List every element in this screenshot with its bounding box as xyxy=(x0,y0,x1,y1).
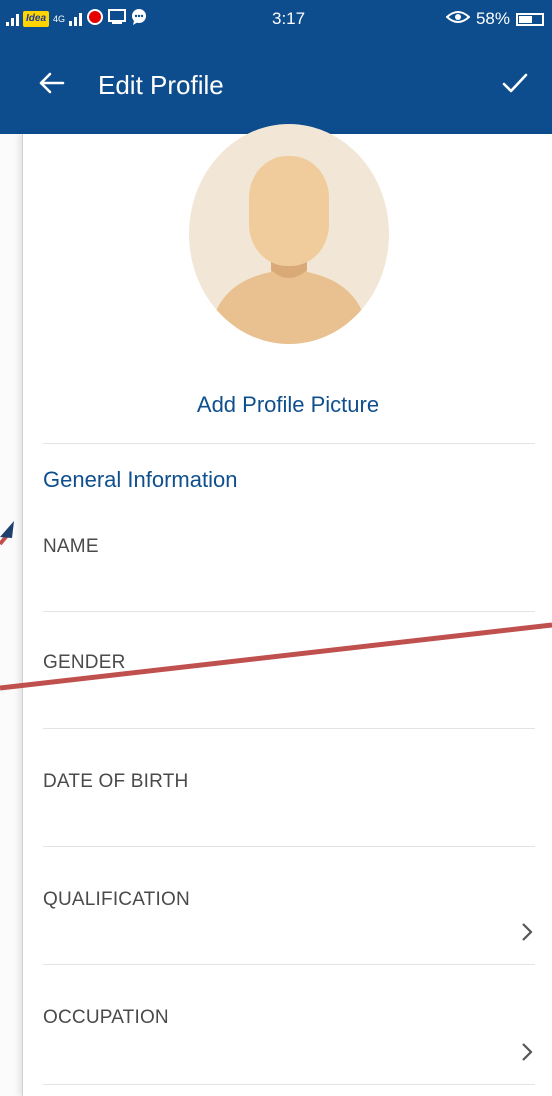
default-avatar-icon[interactable] xyxy=(189,124,389,344)
status-bar: Idea 4G 3:17 58% xyxy=(0,0,552,38)
name-field[interactable]: NAME xyxy=(43,536,99,558)
save-button[interactable] xyxy=(490,60,540,110)
occupation-field[interactable]: OCCUPATION xyxy=(43,1007,169,1029)
status-icons-left: Idea 4G xyxy=(6,8,148,30)
add-profile-picture-link[interactable]: Add Profile Picture xyxy=(23,392,552,418)
divider xyxy=(43,611,535,612)
profile-form: Add Profile Picture General Information … xyxy=(22,124,552,1096)
status-icons-right: 58% xyxy=(445,8,544,30)
date-of-birth-field[interactable]: DATE OF BIRTH xyxy=(43,771,188,793)
chat-icon xyxy=(130,8,148,31)
left-rail xyxy=(0,134,22,1096)
divider xyxy=(43,1084,535,1085)
back-button[interactable] xyxy=(26,60,76,110)
battery-percent: 58% xyxy=(475,9,510,28)
divider xyxy=(43,728,535,729)
status-time: 3:17 xyxy=(272,9,306,28)
divider xyxy=(43,846,535,847)
carrier-badge: Idea xyxy=(23,11,50,27)
gender-field[interactable]: GENDER xyxy=(43,652,126,674)
vodafone-icon xyxy=(86,8,104,31)
arrow-left-icon xyxy=(37,71,65,100)
page-title: Edit Profile xyxy=(98,70,224,100)
network-type: 4G xyxy=(53,13,66,24)
app-bar: Edit Profile xyxy=(0,38,552,134)
screen-icon xyxy=(108,8,127,30)
battery-icon xyxy=(516,12,544,26)
divider xyxy=(43,964,535,965)
signal-icon xyxy=(6,12,19,26)
chevron-right-icon[interactable] xyxy=(515,920,539,944)
battery-fill xyxy=(519,15,532,23)
eye-icon xyxy=(445,9,471,29)
section-title: General Information xyxy=(43,467,238,492)
qualification-field[interactable]: QUALIFICATION xyxy=(43,889,190,911)
divider xyxy=(43,443,535,444)
checkmark-icon xyxy=(501,71,529,100)
signal-icon-secondary xyxy=(69,12,83,26)
chevron-right-icon[interactable] xyxy=(515,1040,539,1064)
